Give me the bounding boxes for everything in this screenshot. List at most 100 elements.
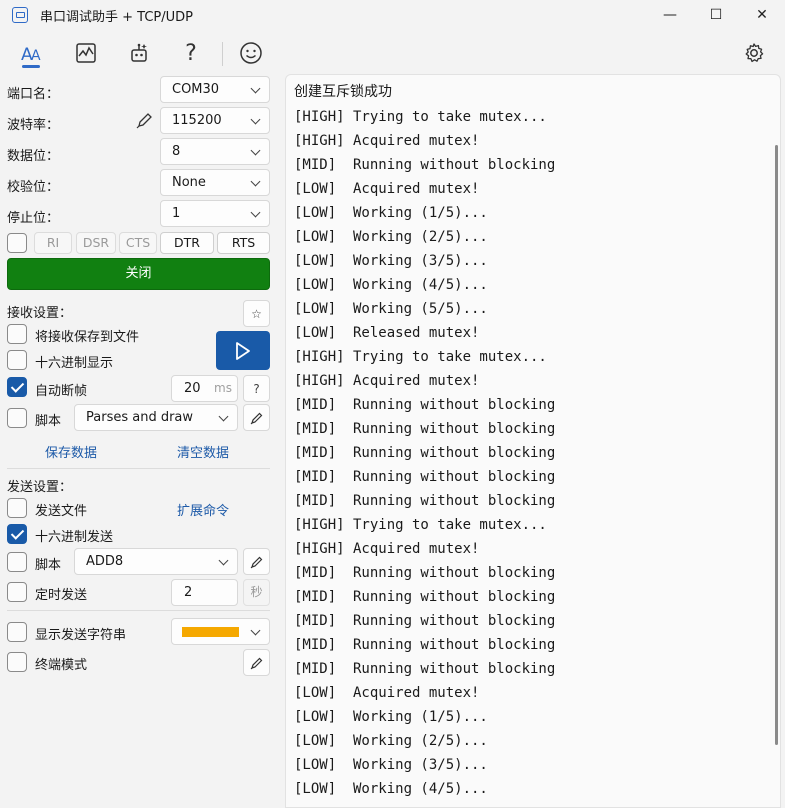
log-line: [HIGH] Trying to take mutex... xyxy=(294,517,547,533)
log-line: [MID] Running without blocking xyxy=(294,565,556,581)
log-line: [LOW] Working (1/5)... xyxy=(294,709,488,725)
log-line: [MID] Running without blocking xyxy=(294,445,556,461)
svg-text:A: A xyxy=(31,48,41,64)
log-line: [MID] Running without blocking xyxy=(294,493,556,509)
log-line: [HIGH] Trying to take mutex... xyxy=(294,349,547,365)
send-script-select[interactable]: ADD8 xyxy=(74,548,238,575)
send-file-checkbox[interactable] xyxy=(7,498,27,518)
receive-script-label: 脚本 xyxy=(35,414,62,429)
signal-cts: CTS xyxy=(119,232,157,254)
signal-ri: RI xyxy=(34,232,72,254)
help-icon[interactable]: ? xyxy=(171,36,211,70)
gear-icon[interactable] xyxy=(734,36,774,70)
log-line: [LOW] Acquired mutex! xyxy=(294,181,480,197)
chevron-down-icon xyxy=(250,83,261,94)
hex-send-label: 十六进制发送 xyxy=(35,530,114,545)
log-header: 创建互斥锁成功 xyxy=(294,84,392,100)
baud-select[interactable]: 115200 xyxy=(160,107,270,134)
dtr-button[interactable]: DTR xyxy=(160,232,214,254)
auto-frame-label: 自动断帧 xyxy=(35,384,88,399)
string-color-select[interactable] xyxy=(171,618,270,645)
chevron-down-icon xyxy=(218,555,229,566)
timed-send-label: 定时发送 xyxy=(35,588,88,603)
close-port-button[interactable]: 关闭 xyxy=(7,258,270,290)
help-button[interactable]: ? xyxy=(243,375,270,402)
send-script-checkbox[interactable] xyxy=(7,552,27,572)
frame-timeout-input[interactable]: 20 ms xyxy=(171,375,238,402)
save-to-file-checkbox[interactable] xyxy=(7,324,27,344)
port-select[interactable]: COM30 xyxy=(160,76,270,103)
databits-label: 数据位： xyxy=(7,149,60,164)
maximize-button[interactable]: ☐ xyxy=(693,0,739,30)
save-to-file-label: 将接收保存到文件 xyxy=(35,330,140,345)
chart-icon[interactable] xyxy=(66,36,106,70)
log-line: [LOW] Working (4/5)... xyxy=(294,781,488,797)
terminal-mode-checkbox[interactable] xyxy=(7,652,27,672)
signals-checkbox[interactable] xyxy=(7,233,27,253)
log-line: [LOW] Working (1/5)... xyxy=(294,205,488,221)
chevron-down-icon xyxy=(250,114,261,125)
toolbar: AA ? xyxy=(0,34,785,72)
parity-select[interactable]: None xyxy=(160,169,270,196)
signal-dsr: DSR xyxy=(76,232,116,254)
receive-script-select[interactable]: Parses and draw xyxy=(74,404,238,431)
chevron-down-icon xyxy=(250,625,261,636)
receive-settings-title: 接收设置： xyxy=(7,306,73,321)
stopbits-select[interactable]: 1 xyxy=(160,200,270,227)
send-script-label: 脚本 xyxy=(35,558,62,573)
settings-panel: 端口名： COM30 波特率： 115200 数据位： 8 校验位： None … xyxy=(0,74,278,808)
send-file-label: 发送文件 xyxy=(35,504,88,519)
section-divider xyxy=(7,468,270,469)
terminal-edit-icon[interactable] xyxy=(243,649,270,676)
play-button[interactable] xyxy=(216,331,270,370)
play-icon xyxy=(236,341,250,360)
log-line: [LOW] Working (3/5)... xyxy=(294,253,488,269)
active-tab-indicator xyxy=(22,65,40,68)
edit-send-script-icon[interactable] xyxy=(243,548,270,575)
receive-script-checkbox[interactable] xyxy=(7,408,27,428)
log-line: [HIGH] Acquired mutex! xyxy=(294,373,480,389)
timed-send-checkbox[interactable] xyxy=(7,582,27,602)
save-data-link[interactable]: 保存数据 xyxy=(45,442,97,461)
log-line: [LOW] Working (2/5)... xyxy=(294,229,488,245)
timed-interval-input[interactable]: 2 xyxy=(171,579,238,606)
robot-icon[interactable] xyxy=(119,36,159,70)
chevron-down-icon xyxy=(250,176,261,187)
log-line: [MID] Running without blocking xyxy=(294,613,556,629)
rts-button[interactable]: RTS xyxy=(217,232,270,254)
log-line: [LOW] Working (2/5)... xyxy=(294,733,488,749)
window-title: 串口调试助手 + TCP/UDP xyxy=(40,10,193,25)
log-line: [MID] Running without blocking xyxy=(294,469,556,485)
databits-select[interactable]: 8 xyxy=(160,138,270,165)
terminal-mode-label: 终端模式 xyxy=(35,658,88,673)
section-divider xyxy=(7,610,270,611)
port-label: 端口名： xyxy=(7,87,60,102)
color-swatch xyxy=(182,627,239,637)
receive-log[interactable]: 创建互斥锁成功 [HIGH] Trying to take mutex... [H… xyxy=(285,74,781,808)
edit-script-icon[interactable] xyxy=(243,404,270,431)
auto-frame-checkbox[interactable] xyxy=(7,377,27,397)
pen-icon[interactable] xyxy=(136,111,154,133)
chevron-down-icon xyxy=(250,145,261,156)
toolbar-separator xyxy=(222,42,223,66)
baud-label: 波特率： xyxy=(7,118,60,133)
minimize-button[interactable]: — xyxy=(647,0,693,30)
show-send-string-checkbox[interactable] xyxy=(7,622,27,642)
log-line: [MID] Running without blocking xyxy=(294,637,556,653)
log-line: [HIGH] Trying to take mutex... xyxy=(294,109,547,125)
log-line: [MID] Running without blocking xyxy=(294,397,556,413)
hex-display-checkbox[interactable] xyxy=(7,350,27,370)
log-line: [LOW] Working (4/5)... xyxy=(294,277,488,293)
log-line: [HIGH] Acquired mutex! xyxy=(294,133,480,149)
log-line: [MID] Running without blocking xyxy=(294,661,556,677)
log-line: [HIGH] Acquired mutex! xyxy=(294,541,480,557)
star-icon[interactable]: ☆ xyxy=(243,300,270,327)
emoji-icon[interactable] xyxy=(231,36,271,70)
close-window-button[interactable]: ✕ xyxy=(739,0,785,30)
hex-send-checkbox[interactable] xyxy=(7,524,27,544)
extend-command-link[interactable]: 扩展命令 xyxy=(177,500,229,519)
log-line: [MID] Running without blocking xyxy=(294,421,556,437)
scrollbar[interactable] xyxy=(775,145,778,745)
show-send-string-label: 显示发送字符串 xyxy=(35,628,127,643)
clear-data-link[interactable]: 清空数据 xyxy=(177,442,229,461)
